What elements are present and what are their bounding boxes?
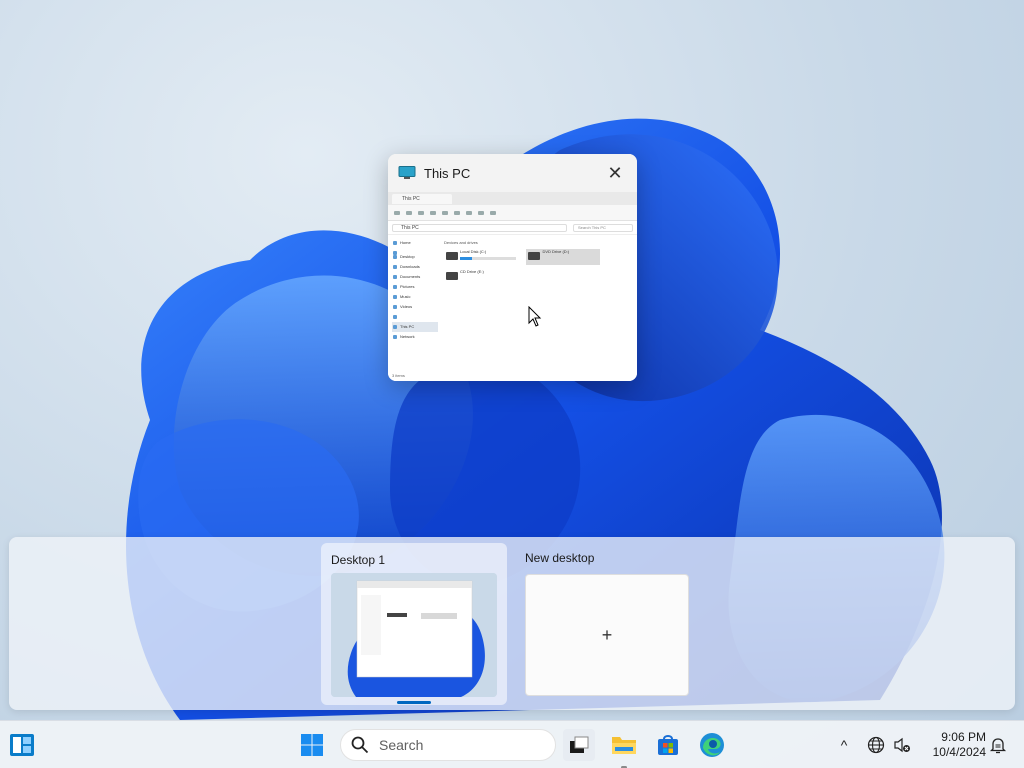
desktop-card-1[interactable]: Desktop 1 xyxy=(321,543,507,705)
drive-d: DVD Drive (D:) xyxy=(526,249,601,265)
task-view-icon xyxy=(570,736,589,753)
drive-e: CD Drive (E:) xyxy=(444,269,518,285)
monitor-icon xyxy=(398,166,416,180)
virtual-desktops-strip: Desktop 1 New desktop + xyxy=(9,537,1015,710)
notification-bell-icon xyxy=(989,738,1007,754)
nav-item: Videos xyxy=(392,302,438,312)
nav-item: Home xyxy=(392,238,438,248)
dvd-icon xyxy=(528,252,541,260)
taskbar-search[interactable]: Search xyxy=(340,729,556,761)
drive-icon xyxy=(446,252,458,260)
clock-time: 9:06 PM xyxy=(941,730,986,744)
drive-c: Local Disk (C:) xyxy=(444,249,518,265)
file-explorer-preview: This PC This PC Search This PC Home Desk… xyxy=(388,192,637,381)
desktop-thumbnail[interactable] xyxy=(331,573,497,697)
chevron-up-icon: ^ xyxy=(840,737,848,753)
active-desktop-indicator xyxy=(397,701,431,704)
nav-item: Desktop xyxy=(392,252,438,262)
nav-item: Music xyxy=(392,292,438,302)
drive-usage-meter xyxy=(460,257,516,260)
start-button[interactable] xyxy=(296,729,328,761)
file-explorer-icon xyxy=(612,737,636,754)
new-desktop-card[interactable]: New desktop + xyxy=(515,543,691,705)
window-preview-title: This PC xyxy=(424,165,471,181)
microsoft-store-button[interactable] xyxy=(652,729,684,761)
search-icon xyxy=(351,736,369,754)
notifications-button[interactable] xyxy=(984,729,1012,761)
explorer-search-box: Search This PC xyxy=(573,223,633,232)
clock-date: 10/4/2024 xyxy=(932,745,986,759)
show-hidden-icons-button[interactable]: ^ xyxy=(832,729,856,761)
widgets-icon xyxy=(10,734,34,756)
explorer-nav-pane: Home Desktop Downloads Documents Picture… xyxy=(392,238,438,342)
explorer-content: Devices and drives Local Disk (C:) DVD D… xyxy=(444,240,633,285)
explorer-tab: This PC xyxy=(392,193,452,204)
nav-item: Network xyxy=(392,332,438,342)
desktop-label: Desktop 1 xyxy=(331,553,386,567)
explorer-status-bar: 3 items xyxy=(392,373,405,378)
volume-muted-icon xyxy=(894,737,910,753)
nav-item: Downloads xyxy=(392,262,438,272)
mouse-cursor-icon xyxy=(528,306,542,327)
window-preview-titlebar: This PC ✕ xyxy=(388,154,637,192)
taskbar: Search ^ 9:06 PM 10/4/2024 xyxy=(0,720,1024,768)
nav-item: Pictures xyxy=(392,282,438,292)
nav-item: This PC xyxy=(392,322,438,332)
explorer-tabbar: This PC xyxy=(388,192,637,205)
file-explorer-button[interactable] xyxy=(608,729,640,761)
new-desktop-button[interactable]: + xyxy=(525,574,689,696)
explorer-address-row: This PC Search This PC xyxy=(388,221,637,235)
edge-button[interactable] xyxy=(696,729,728,761)
cd-icon xyxy=(446,272,458,280)
explorer-toolbar xyxy=(388,205,637,221)
system-clock[interactable]: 9:06 PM 10/4/2024 xyxy=(918,730,986,760)
new-desktop-label: New desktop xyxy=(525,551,595,565)
edge-icon xyxy=(700,733,724,757)
task-view-button[interactable] xyxy=(563,729,595,761)
widgets-button[interactable] xyxy=(6,729,38,761)
search-placeholder: Search xyxy=(379,737,424,753)
network-button[interactable] xyxy=(864,729,888,761)
volume-button[interactable] xyxy=(890,729,914,761)
devices-header: Devices and drives xyxy=(444,240,478,245)
window-preview-this-pc[interactable]: This PC ✕ This PC This PC Search This PC… xyxy=(388,154,637,381)
close-icon[interactable]: ✕ xyxy=(603,161,627,185)
nav-item: Documents xyxy=(392,272,438,282)
windows-start-icon xyxy=(301,734,323,756)
microsoft-store-icon xyxy=(658,735,678,755)
plus-icon: + xyxy=(601,624,613,645)
explorer-address-bar: This PC xyxy=(392,223,567,232)
globe-network-icon xyxy=(867,736,885,754)
